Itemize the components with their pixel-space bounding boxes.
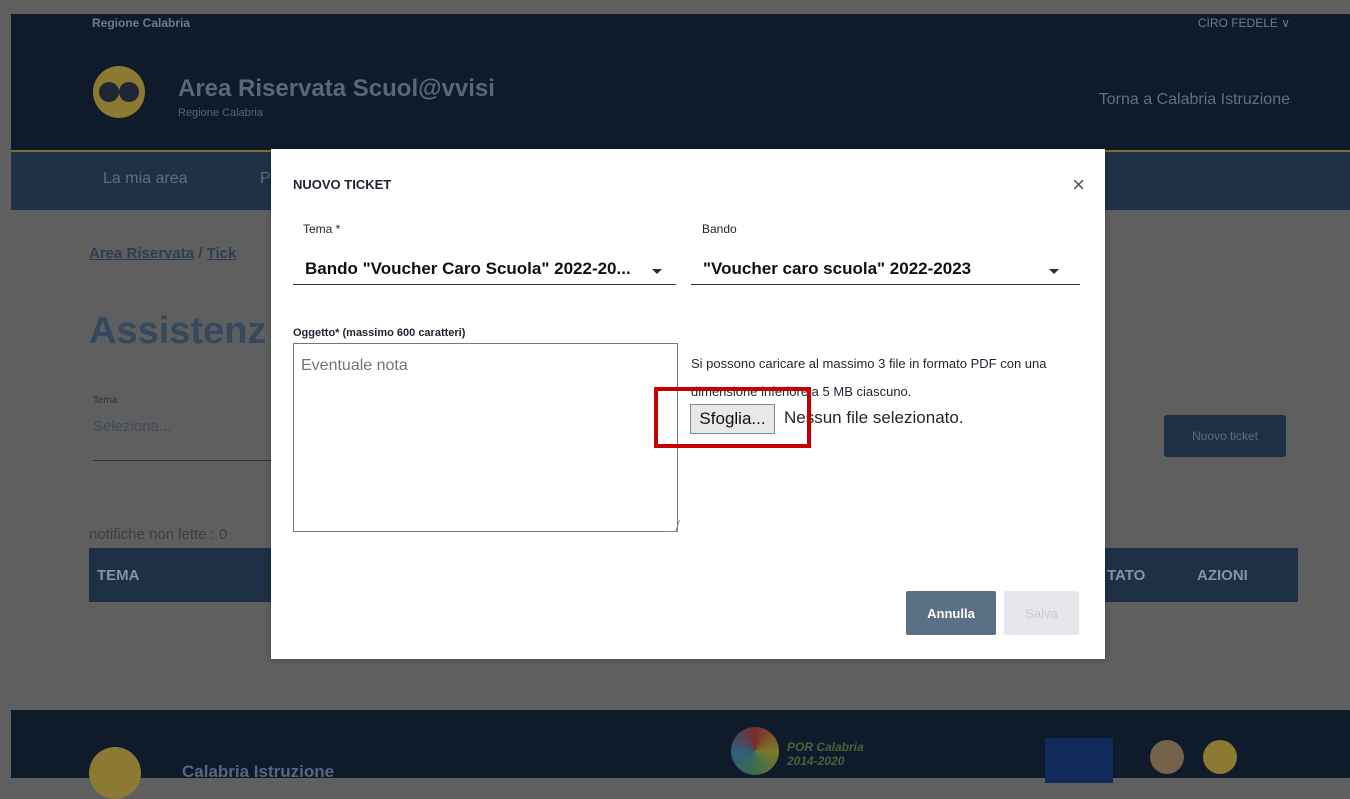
table-header-stato: TATO [1107, 567, 1146, 584]
table-header-tema: TEMA [97, 567, 140, 584]
site-title: Area Riservata Scuol@vvisi [178, 75, 495, 102]
table-header-azioni: AZIONI [1197, 567, 1248, 584]
cancel-button[interactable]: Annulla [906, 591, 996, 635]
top-bar: Regione Calabria CIRO FEDELE ∨ [11, 14, 1350, 38]
tema-selected-value: Bando "Voucher Caro Scuola" 2022-20... [305, 259, 631, 278]
regione-calabria-logo-icon [93, 66, 145, 118]
eu-flag-icon [1045, 738, 1113, 783]
close-icon[interactable]: × [1072, 174, 1085, 196]
por-calabria-title: POR Calabria [787, 740, 864, 754]
oggetto-field-label: Oggetto* (massimo 600 caratteri) [293, 327, 466, 339]
por-calabria-years: 2014-2020 [787, 754, 845, 768]
por-calabria-logo-icon [731, 727, 779, 775]
site-header: Area Riservata Scuol@vvisi Regione Calab… [11, 38, 1350, 150]
bando-field-label: Bando [702, 222, 737, 236]
chevron-down-icon [1049, 269, 1059, 274]
tema-select[interactable]: Bando "Voucher Caro Scuola" 2022-20... [293, 254, 676, 285]
breadcrumb-ticket[interactable]: Tick [207, 245, 237, 262]
tema-filter-select[interactable]: Seleziona... [93, 418, 273, 461]
page-title: Assistenz [89, 310, 267, 352]
breadcrumb-area-riservata[interactable]: Area Riservata [89, 245, 194, 262]
footer-title: Calabria Istruzione [182, 762, 335, 781]
modal-title: NUOVO TICKET [293, 177, 392, 192]
tema-filter-label: Tema [93, 395, 118, 406]
chevron-down-icon [652, 269, 662, 274]
italian-emblem-icon [1150, 740, 1184, 774]
breadcrumb-separator: / [198, 245, 203, 262]
tema-field-label: Tema * [303, 222, 341, 236]
unread-notifications: notifiche non lette : 0 [89, 526, 228, 543]
page: Regione Calabria CIRO FEDELE ∨ Area Rise… [0, 0, 1350, 799]
nav-item-partial[interactable]: P [260, 170, 271, 188]
footer: Calabria Istruzione POR Calabria 2014-20… [11, 710, 1350, 799]
save-button[interactable]: Salva [1004, 591, 1079, 635]
site-subtitle: Regione Calabria [178, 107, 263, 119]
bando-select[interactable]: "Voucher caro scuola" 2022-2023 [691, 254, 1080, 285]
user-menu[interactable]: CIRO FEDELE ∨ [1198, 16, 1290, 30]
browse-button-highlight [654, 387, 811, 448]
new-ticket-modal: NUOVO TICKET × Tema * Bando "Voucher Car… [271, 149, 1105, 659]
breadcrumb: Area Riservata / Tick [89, 245, 236, 262]
por-calabria-text: POR Calabria 2014-2020 [787, 740, 864, 768]
bando-selected-value: "Voucher caro scuola" 2022-2023 [703, 259, 972, 278]
back-to-calabria-link[interactable]: Torna a Calabria Istruzione [1099, 91, 1290, 109]
region-name: Regione Calabria [92, 16, 191, 30]
oggetto-textarea[interactable] [293, 343, 678, 532]
regione-calabria-small-logo-icon [1203, 740, 1237, 774]
new-ticket-button[interactable]: Nuovo ticket [1164, 415, 1286, 457]
nav-item-la-mia-area[interactable]: La mia area [103, 170, 188, 188]
footer-logo-icon [89, 747, 141, 799]
